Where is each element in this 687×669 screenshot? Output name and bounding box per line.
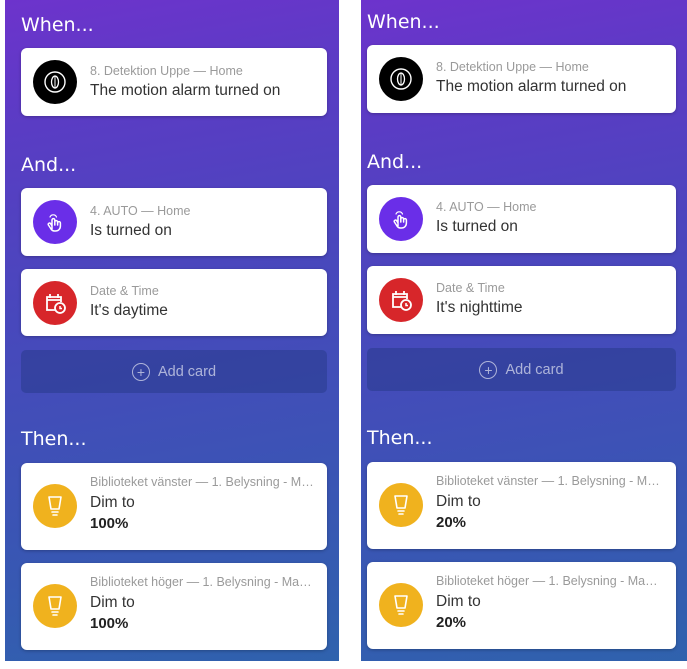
card-action-text: Dim to bbox=[90, 594, 135, 611]
light-bulb-icon bbox=[33, 484, 77, 528]
and-card[interactable]: 4. AUTO — Home Is turned on bbox=[367, 185, 676, 253]
card-device-label: Date & Time bbox=[90, 284, 159, 298]
motion-sensor-icon bbox=[33, 60, 77, 104]
card-action-text: Dim to bbox=[436, 593, 481, 610]
flow-panel-left: When... 8. Detektion Uppe — Home The mot… bbox=[5, 0, 339, 661]
card-action-text: Dim to bbox=[436, 493, 481, 510]
card-device-label: Biblioteket vänster — 1. Belysning - Man… bbox=[90, 475, 315, 489]
and-heading: And... bbox=[367, 151, 423, 173]
card-device-label: Biblioteket höger — 1. Belysning - Manue… bbox=[90, 575, 315, 589]
flow-panel-right: When... 8. Detektion Uppe — Home The mot… bbox=[361, 0, 687, 661]
card-device-label: 4. AUTO — Home bbox=[436, 200, 537, 214]
when-card[interactable]: 8. Detektion Uppe — Home The motion alar… bbox=[21, 48, 327, 116]
and-heading: And... bbox=[21, 154, 77, 176]
calendar-clock-icon bbox=[379, 278, 423, 322]
card-action-text: Dim to bbox=[90, 494, 135, 511]
card-condition-text: Is turned on bbox=[436, 218, 518, 235]
and-card[interactable]: 4. AUTO — Home Is turned on bbox=[21, 188, 327, 256]
plus-icon: + bbox=[131, 362, 150, 381]
card-device-label: 4. AUTO — Home bbox=[90, 204, 191, 218]
add-card-button[interactable]: + Add card bbox=[21, 350, 327, 393]
motion-sensor-icon bbox=[379, 57, 423, 101]
light-bulb-icon bbox=[379, 483, 423, 527]
card-device-label: Date & Time bbox=[436, 281, 505, 295]
then-heading: Then... bbox=[367, 427, 433, 449]
when-heading: When... bbox=[21, 14, 94, 36]
dim-value: 100% bbox=[90, 515, 129, 532]
card-device-label: Biblioteket vänster — 1. Belysning - Man… bbox=[436, 474, 664, 488]
light-bulb-icon bbox=[379, 583, 423, 627]
hand-pointer-icon bbox=[379, 197, 423, 241]
then-card[interactable]: Biblioteket vänster — 1. Belysning - Man… bbox=[367, 462, 676, 549]
dim-value: 100% bbox=[90, 615, 129, 632]
add-card-label: Add card bbox=[157, 363, 217, 380]
card-device-label: Biblioteket höger — 1. Belysning - Manue… bbox=[436, 574, 664, 588]
dim-value: 20% bbox=[436, 514, 467, 531]
add-card-label: Add card bbox=[505, 361, 564, 378]
card-device-label: 8. Detektion Uppe — Home bbox=[436, 60, 589, 74]
and-card[interactable]: Date & Time It's daytime bbox=[21, 269, 327, 336]
card-condition-text: It's daytime bbox=[90, 302, 168, 319]
then-card[interactable]: Biblioteket vänster — 1. Belysning - Man… bbox=[21, 463, 327, 550]
card-condition-text: Is turned on bbox=[90, 222, 172, 239]
plus-icon: + bbox=[479, 360, 498, 379]
and-card[interactable]: Date & Time It's nighttime bbox=[367, 266, 676, 334]
card-device-label: 8. Detektion Uppe — Home bbox=[90, 64, 243, 78]
then-card[interactable]: Biblioteket höger — 1. Belysning - Manue… bbox=[21, 563, 327, 650]
when-card[interactable]: 8. Detektion Uppe — Home The motion alar… bbox=[367, 45, 676, 113]
add-card-button[interactable]: + Add card bbox=[367, 348, 676, 391]
card-condition-text: The motion alarm turned on bbox=[90, 82, 281, 99]
card-condition-text: It's nighttime bbox=[436, 299, 523, 316]
when-heading: When... bbox=[367, 11, 440, 33]
light-bulb-icon bbox=[33, 584, 77, 628]
hand-pointer-icon bbox=[33, 200, 77, 244]
then-card[interactable]: Biblioteket höger — 1. Belysning - Manue… bbox=[367, 562, 676, 649]
card-condition-text: The motion alarm turned on bbox=[436, 78, 627, 95]
calendar-clock-icon bbox=[33, 281, 77, 325]
then-heading: Then... bbox=[21, 428, 87, 450]
dim-value: 20% bbox=[436, 614, 467, 631]
